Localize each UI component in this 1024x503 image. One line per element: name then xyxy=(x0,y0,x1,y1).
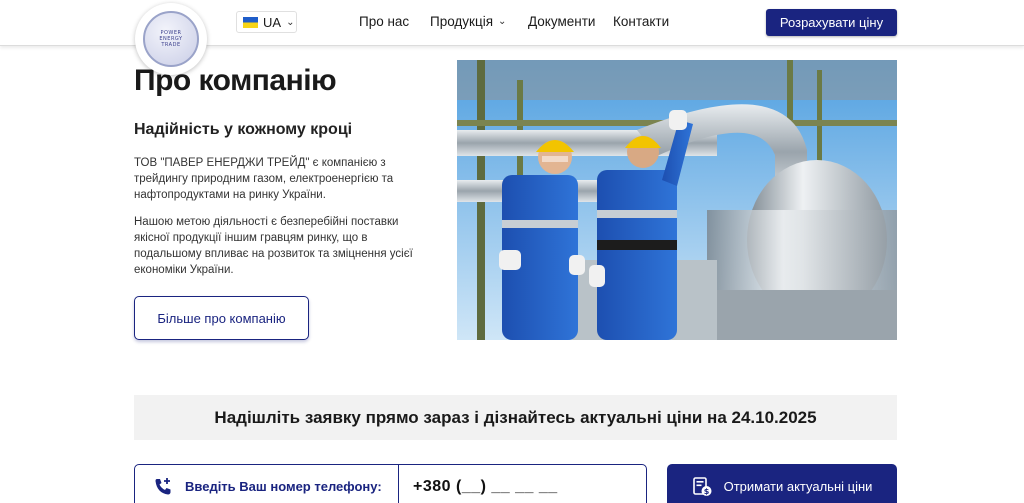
nav-products[interactable]: Продукція ⌄ xyxy=(430,14,506,29)
nav-documents[interactable]: Документи xyxy=(528,14,595,29)
nav-contacts[interactable]: Контакти xyxy=(613,14,669,29)
company-logo[interactable]: POWER ENERGY TRADE xyxy=(135,3,207,75)
more-about-button[interactable]: Більше про компанію xyxy=(134,296,309,340)
logo-emblem: POWER ENERGY TRADE xyxy=(143,11,199,67)
phone-plus-icon xyxy=(155,477,171,494)
about-paragraph-2: Нашою метою діяльності є безперебійні по… xyxy=(134,216,413,276)
about-paragraph-1: ТОВ "ПАВЕР ЕНЕРДЖИ ТРЕЙД" є компанією з … xyxy=(134,157,394,201)
language-label: UA xyxy=(263,14,282,30)
phone-form: Введіть Ваш номер телефону: +380 (__) __… xyxy=(134,464,647,503)
nav-about[interactable]: Про нас xyxy=(359,14,409,29)
section-subtitle: Надійність у кожному кроці xyxy=(134,121,353,138)
phone-input[interactable]: +380 (__) __ __ __ xyxy=(399,465,646,503)
get-prices-button[interactable]: $ Отримати актуальні ціни xyxy=(667,464,897,503)
get-prices-label: Отримати актуальні ціни xyxy=(723,479,873,494)
document-money-icon: $ xyxy=(692,476,712,496)
chevron-down-icon: ⌄ xyxy=(286,16,295,28)
industrial-workers-photo xyxy=(457,60,897,340)
chevron-down-icon: ⌄ xyxy=(498,16,507,27)
language-selector[interactable]: UA ⌄ xyxy=(236,11,297,33)
svg-text:$: $ xyxy=(703,487,709,496)
logo-text-line: TRADE xyxy=(161,42,181,48)
request-banner-text: Надішліть заявку прямо зараз і дізнайтес… xyxy=(214,407,817,427)
calculate-price-button[interactable]: Розрахувати ціну xyxy=(766,9,897,36)
request-banner: Надішліть заявку прямо зараз і дізнайтес… xyxy=(134,395,897,440)
nav-products-label: Продукція xyxy=(430,14,493,29)
phone-label-area: Введіть Ваш номер телефону: xyxy=(135,465,399,503)
phone-label: Введіть Ваш номер телефону: xyxy=(185,479,382,494)
ukraine-flag-icon xyxy=(243,16,258,28)
